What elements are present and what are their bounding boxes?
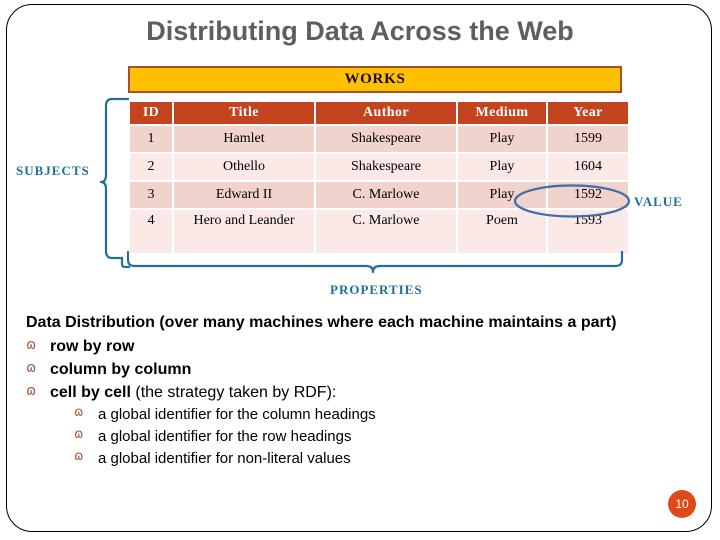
cell-title: Hero and Leander: [174, 210, 314, 253]
cell-id: 1: [130, 126, 172, 152]
cell-medium: Play: [458, 154, 546, 180]
cell-id: 3: [130, 182, 172, 208]
cell-title: Hamlet: [174, 126, 314, 152]
cell-author: C. Marlowe: [316, 182, 456, 208]
cell-author: Shakespeare: [316, 154, 456, 180]
list-item: ɷ row by row: [26, 335, 698, 358]
body-heading: Data Distribution (over many machines wh…: [26, 314, 617, 331]
body-content: Data Distribution (over many machines wh…: [26, 314, 698, 469]
leaf-bullet-icon: ɷ: [26, 359, 37, 376]
page-number-badge: 10: [668, 490, 696, 518]
cell-year-highlighted: 1592: [548, 182, 628, 208]
list-item-label: cell by cell: [50, 383, 131, 401]
list-item-label: a global identifier for non-literal valu…: [98, 449, 351, 467]
annotation-label-value: VALUE: [634, 194, 683, 209]
table-caption-works: WORKS: [128, 66, 622, 93]
table-row: 2 Othello Shakespeare Play 1604: [130, 154, 628, 180]
works-table: ID Title Author Medium Year 1 Hamlet Sha…: [128, 100, 630, 255]
cell-id: 4: [130, 210, 172, 253]
leaf-bullet-icon: ɷ: [74, 405, 84, 421]
list-item-label: a global identifier for the column headi…: [98, 406, 376, 424]
list-item-note: (the strategy taken by RDF):: [130, 383, 337, 401]
slide: Distributing Data Across the Web WORKS I…: [0, 0, 720, 540]
list-item: ɷ a global identifier for the column head…: [74, 404, 698, 426]
cell-year: 1593: [548, 210, 628, 253]
leaf-bullet-icon: ɷ: [26, 336, 37, 353]
cell-author: Shakespeare: [316, 126, 456, 152]
subjects-brace-icon: [100, 97, 130, 268]
cell-medium: Play: [458, 126, 546, 152]
leaf-bullet-icon: ɷ: [26, 382, 37, 399]
bullet-list-level2: ɷ a global identifier for the column head…: [74, 404, 698, 469]
leaf-bullet-icon: ɷ: [74, 448, 84, 464]
cell-year: 1604: [548, 154, 628, 180]
annotation-label-subjects: SUBJECTS: [16, 163, 90, 178]
column-header-medium: Medium: [458, 102, 546, 124]
list-item: ɷ column by column: [26, 358, 698, 381]
table-header-row: ID Title Author Medium Year: [130, 102, 628, 124]
list-item: ɷ a global identifier for the row heading…: [74, 426, 698, 448]
list-item-label: column by column: [50, 360, 192, 378]
annotation-label-properties: PROPERTIES: [330, 282, 423, 297]
list-item-label: a global identifier for the row headings: [98, 427, 352, 445]
list-item-label: row by row: [50, 337, 135, 355]
page-title: Distributing Data Across the Web: [146, 16, 574, 46]
column-header-id: ID: [130, 102, 172, 124]
cell-title: Edward II: [174, 182, 314, 208]
cell-id: 2: [130, 154, 172, 180]
cell-medium: Play: [458, 182, 546, 208]
table-row: 3 Edward II C. Marlowe Play 1592: [130, 182, 628, 208]
cell-title: Othello: [174, 154, 314, 180]
bullet-list-level1: ɷ row by row ɷ column by column ɷ cell by c…: [26, 335, 698, 470]
list-item: ɷ a global identifier for non-literal val…: [74, 448, 698, 470]
column-header-year: Year: [548, 102, 628, 124]
table-row: 1 Hamlet Shakespeare Play 1599: [130, 126, 628, 152]
cell-medium: Poem: [458, 210, 546, 253]
cell-year: 1599: [548, 126, 628, 152]
list-item: ɷ cell by cell (the strategy taken by RDF…: [26, 381, 698, 469]
cell-author: C. Marlowe: [316, 210, 456, 253]
table-row: 4 Hero and Leander C. Marlowe Poem 1593: [130, 210, 628, 253]
leaf-bullet-icon: ɷ: [74, 426, 84, 442]
column-header-title: Title: [174, 102, 314, 124]
column-header-author: Author: [316, 102, 456, 124]
